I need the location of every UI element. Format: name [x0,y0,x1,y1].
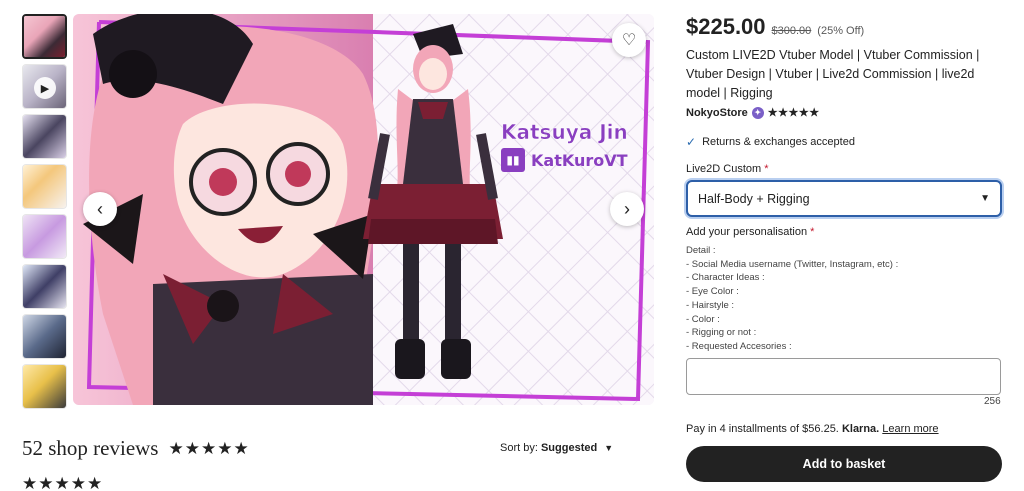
instruction-line: - Character Ideas : [686,272,765,284]
product-illustration [73,14,654,405]
listing-title: Custom LIVE2D Vtuber Model | Vtuber Comm… [686,48,980,100]
installments-info: Pay in 4 installments of $56.25. Klarna.… [686,423,939,435]
returns-text: Returns & exchanges accepted [702,136,855,148]
twitch-icon: ▮▮ [501,148,525,172]
play-icon: ▶ [34,77,56,99]
thumbnail-7[interactable] [22,314,67,359]
review-rating: ★★★★★ [22,474,104,491]
chevron-left-icon: ‹ [97,198,103,219]
sort-prefix: Sort by: [500,442,538,454]
sort-dropdown[interactable]: Sort by: Suggested ▼ [500,442,613,454]
variation-selected: Half-Body + Rigging [698,191,810,206]
shop-stars: ★★★★★ [767,107,820,119]
variation-label: Live2D Custom * [686,163,769,175]
caret-down-icon: ▼ [604,443,614,453]
instruction-line: - Requested Accesories : [686,340,792,352]
reviews-title: 52 shop reviews [22,436,159,460]
returns-info: ✓ Returns & exchanges accepted [686,135,1004,149]
thumbnail-5[interactable] [22,214,67,259]
instruction-line: - Hairstyle : [686,299,735,311]
instruction-line: - Social Media username (Twitter, Instag… [686,258,899,270]
product-image[interactable]: Katsuya Jin ▮▮ KatKuroVT [73,14,654,405]
watermark-name: Katsuya Jin [501,120,628,145]
thumbnail-6[interactable] [22,264,67,309]
watermark-handle: ▮▮ KatKuroVT [501,148,628,172]
star-seller-badge-icon: ✦ [751,106,764,119]
thumbnail-4[interactable] [22,164,67,209]
add-to-basket-button[interactable]: Add to basket [686,446,1002,482]
next-image-button[interactable]: › [610,192,644,226]
favorite-button[interactable]: ♡ [612,23,646,57]
personalisation-label: Add your personalisation * [686,226,815,238]
chevron-right-icon: › [624,198,630,219]
instruction-line: Detail : [686,245,716,256]
price-row: $225.00 $300.00 (25% Off) [686,14,1004,40]
current-price: $225.00 [686,14,766,39]
heart-icon: ♡ [621,32,637,49]
personalisation-instructions: Detail : - Social Media username (Twitte… [686,244,1004,354]
discount-label: (25% Off) [817,25,865,37]
prev-image-button[interactable]: ‹ [83,192,117,226]
caret-down-icon: ▼ [980,193,990,204]
reviews-stars: ★★★★★ [168,438,250,458]
instruction-line: - Color : [686,313,720,325]
learn-more-link[interactable]: Learn more [882,423,938,435]
instruction-line: - Rigging or not : [686,327,757,339]
shop-info: NokyoStore ✦ ★★★★★ [686,106,1004,119]
check-icon: ✓ [686,135,697,149]
sort-value: Suggested [540,442,598,454]
shop-name[interactable]: NokyoStore [686,107,748,119]
thumbnail-8[interactable] [22,364,67,409]
thumbnail-3[interactable] [22,114,67,159]
char-counter: 256 [984,396,1001,407]
thumbnail-1[interactable] [22,14,67,59]
variation-select[interactable]: Half-Body + Rigging ▼ [686,180,1002,217]
original-price: $300.00 [771,25,812,37]
reviews-header: 52 shop reviews ★★★★★ [22,436,250,461]
instruction-line: - Eye Color : [686,286,739,298]
personalisation-textarea[interactable] [686,358,1001,395]
thumbnail-video[interactable]: ▶ [22,64,67,109]
thumbnail-list: ▶ [22,14,70,414]
